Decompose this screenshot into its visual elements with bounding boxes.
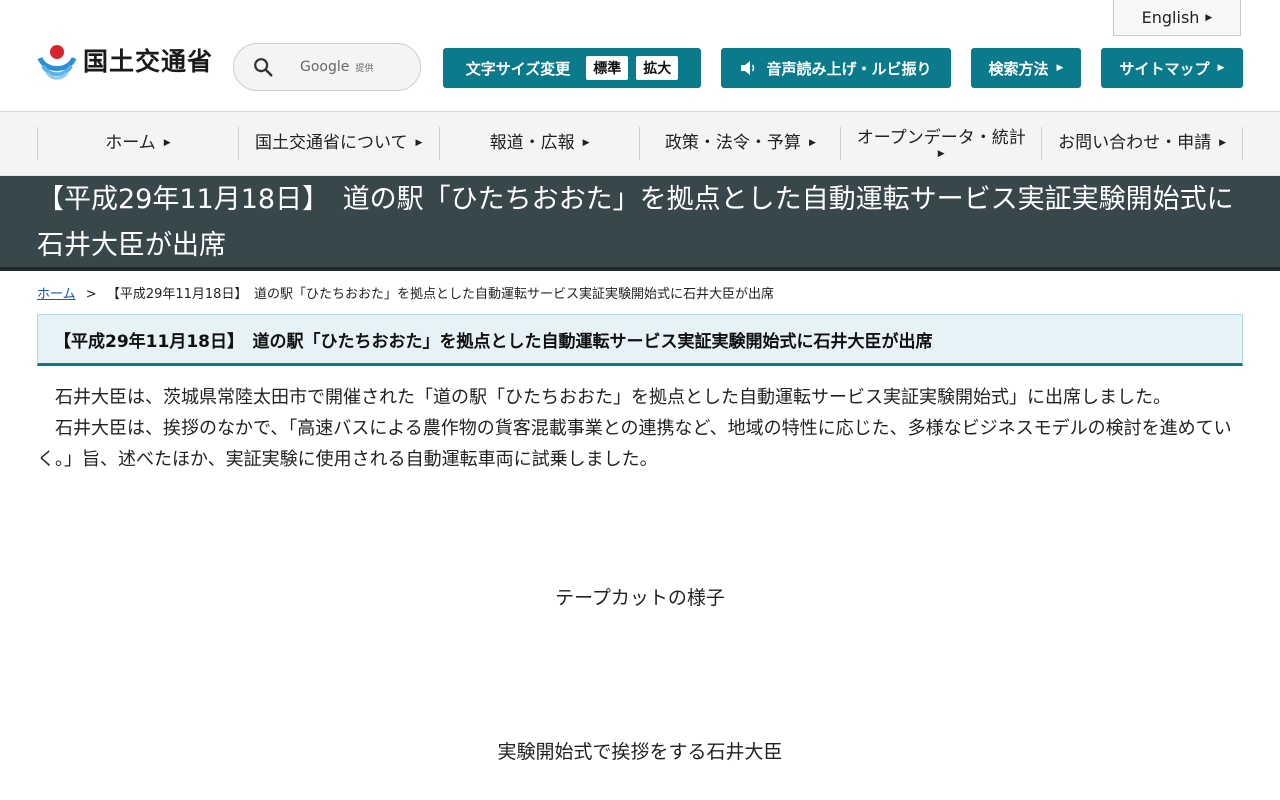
nav-item-policy[interactable]: 政策・法令・予算 ▶ xyxy=(639,127,840,160)
google-sub-label: 提供 xyxy=(355,63,374,74)
global-nav: ホーム ▶ 国土交通省について ▶ 報道・広報 ▶ 政策・法令・予算 ▶ オープ… xyxy=(0,112,1280,176)
search-box[interactable]: Google 提供 xyxy=(233,43,421,91)
nav-item-contact[interactable]: お問い合わせ・申請 ▶ xyxy=(1041,127,1243,160)
triangle-right-icon: ▶ xyxy=(1056,63,1064,73)
site-logo[interactable]: 国土交通省 xyxy=(37,38,213,82)
breadcrumb: ホーム > 【平成29年11月18日】 道の駅「ひたちおおた」を拠点とした自動運… xyxy=(0,271,1280,303)
nav-item-about[interactable]: 国土交通省について ▶ xyxy=(237,127,439,160)
triangle-right-icon: ▶ xyxy=(808,137,816,148)
site-header: English ▶ 国土交通省 Google 提供 文字サイズ変更 標準 拡大 … xyxy=(0,0,1280,112)
nav-item-label: 報道・広報 xyxy=(489,133,575,154)
font-size-control: 文字サイズ変更 標準 拡大 xyxy=(443,48,701,88)
speaker-icon xyxy=(741,61,755,75)
nav-item-label: オープンデータ・統計 xyxy=(856,127,1026,148)
section-heading-text: 【平成29年11月18日】 道の駅「ひたちおおた」を拠点とした自動運転サービス実… xyxy=(54,331,933,352)
font-size-standard-button[interactable]: 標準 xyxy=(586,56,629,80)
search-icon[interactable] xyxy=(252,56,274,78)
nav-item-label: 政策・法令・予算 xyxy=(664,133,801,154)
nav-item-home[interactable]: ホーム ▶ xyxy=(37,127,238,160)
mlit-logo-icon xyxy=(37,45,77,80)
english-label: English xyxy=(1141,8,1200,27)
breadcrumb-current: 【平成29年11月18日】 道の駅「ひたちおおた」を拠点とした自動運転サービス実… xyxy=(106,287,774,302)
sitemap-label: サイトマップ xyxy=(1119,59,1210,78)
triangle-right-icon: ▶ xyxy=(1219,137,1227,148)
nav-item-label: 国土交通省について xyxy=(255,133,408,154)
nav-item-label: ホーム xyxy=(105,133,156,154)
triangle-right-icon: ▶ xyxy=(1217,63,1225,73)
search-method-label: 検索方法 xyxy=(988,59,1049,78)
triangle-right-icon: ▶ xyxy=(582,137,590,148)
google-label: Google xyxy=(300,59,350,75)
photo-caption: テープカットの様子 xyxy=(555,587,725,609)
nav-item-label: お問い合わせ・申請 xyxy=(1058,133,1212,154)
section-heading: 【平成29年11月18日】 道の駅「ひたちおおた」を拠点とした自動運転サービス実… xyxy=(37,314,1243,366)
page-title-band: 【平成29年11月18日】 道の駅「ひたちおおた」を拠点とした自動運転サービス実… xyxy=(0,176,1280,271)
breadcrumb-separator: > xyxy=(85,287,97,302)
article-paragraph: 石井大臣は、茨城県常陸太田市で開催された「道の駅「ひたちおおた」を拠点とした自動… xyxy=(55,387,1171,408)
nav-item-press[interactable]: 報道・広報 ▶ xyxy=(438,127,640,160)
font-size-large-button[interactable]: 拡大 xyxy=(636,56,679,80)
article-body: 石井大臣は、茨城県常陸太田市で開催された「道の駅「ひたちおおた」を拠点とした自動… xyxy=(37,382,1243,475)
article-paragraph: 石井大臣は、挨拶のなかで、「高速バスによる農作物の貨客混載事業との連携など、地域… xyxy=(37,418,1232,470)
breadcrumb-home-link[interactable]: ホーム xyxy=(37,287,76,302)
logo-text: 国土交通省 xyxy=(83,47,214,76)
triangle-right-icon: ▶ xyxy=(163,137,171,148)
voice-ruby-button[interactable]: 音声読み上げ・ルビ振り xyxy=(721,48,951,88)
nav-item-open-data[interactable]: オープンデータ・統計 ▶ xyxy=(840,127,1041,160)
voice-ruby-label: 音声読み上げ・ルビ振り xyxy=(766,59,932,78)
sitemap-button[interactable]: サイトマップ ▶ xyxy=(1101,48,1243,88)
english-link[interactable]: English ▶ xyxy=(1113,0,1241,36)
font-size-label: 文字サイズ変更 xyxy=(465,59,571,78)
search-method-button[interactable]: 検索方法 ▶ xyxy=(971,48,1081,88)
photo-caption: 実験開始式で挨拶をする石井大臣 xyxy=(497,741,783,763)
triangle-right-icon: ▶ xyxy=(937,148,945,159)
triangle-right-icon: ▶ xyxy=(415,137,423,148)
page-title: 【平成29年11月18日】 道の駅「ひたちおおた」を拠点とした自動運転サービス実… xyxy=(37,184,1234,261)
triangle-right-icon: ▶ xyxy=(1205,12,1213,23)
